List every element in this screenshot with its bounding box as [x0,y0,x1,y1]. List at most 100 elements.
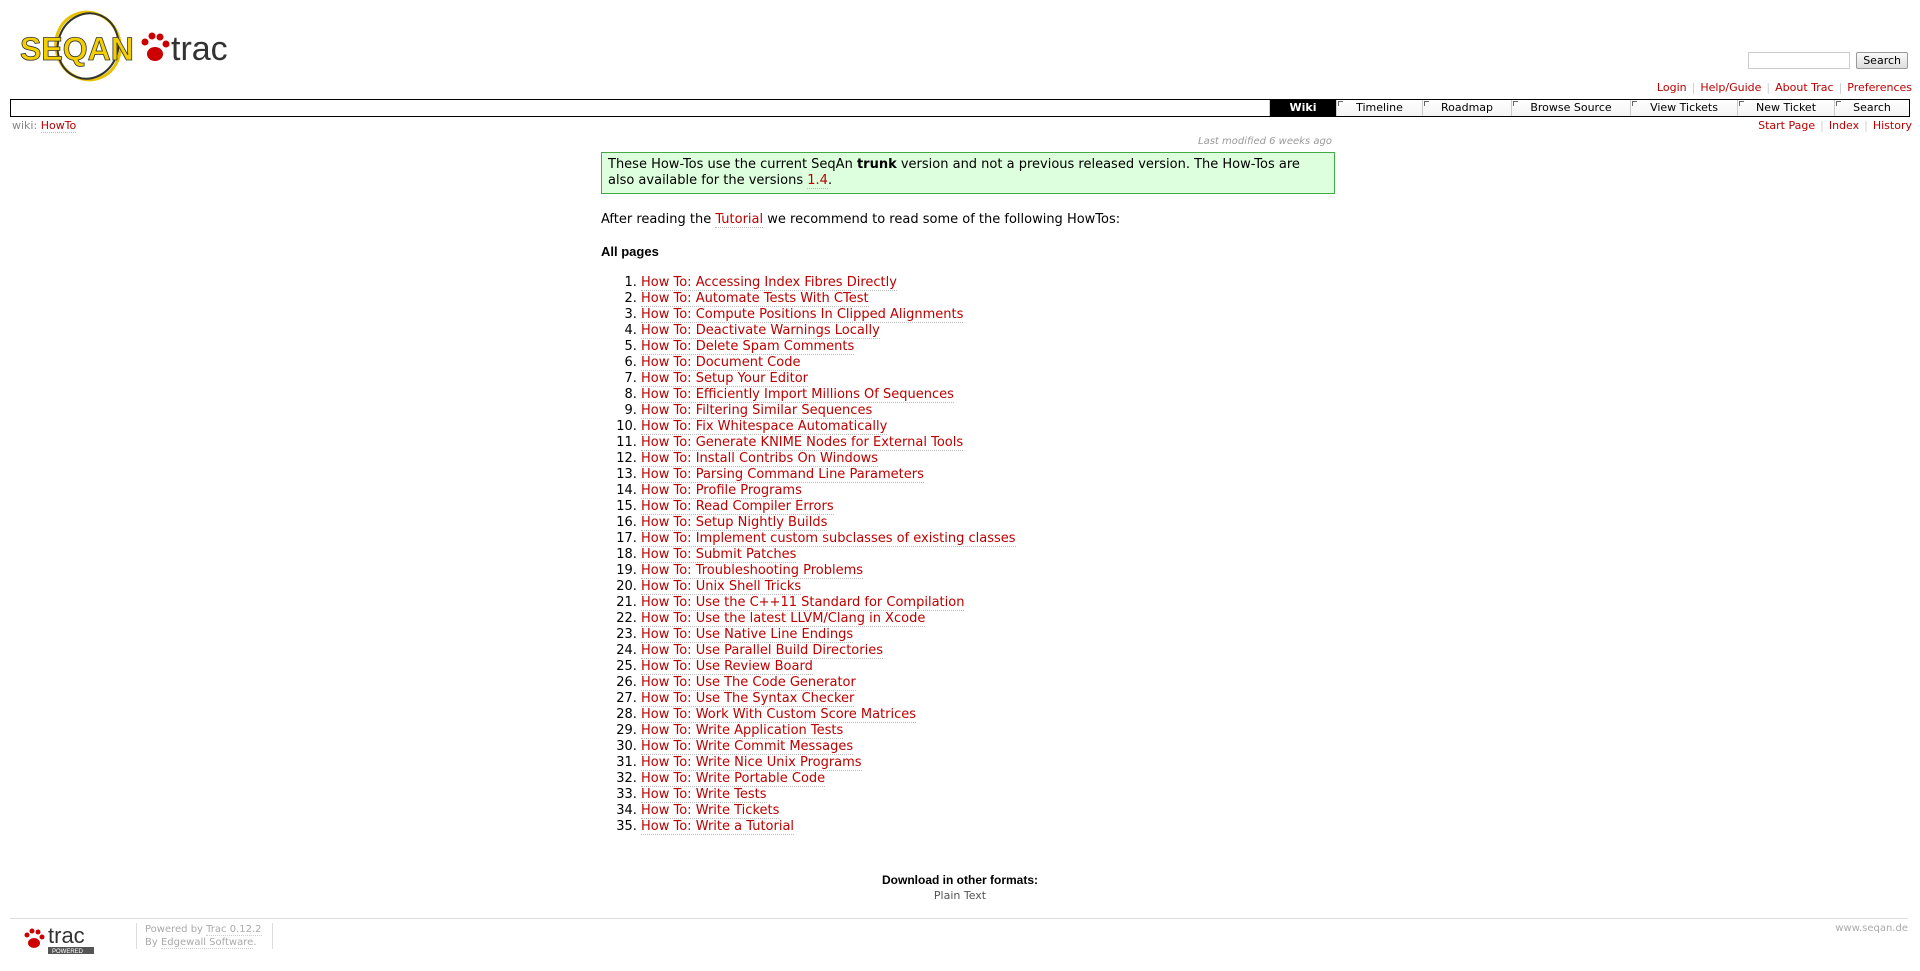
howto-link[interactable]: How To: Write Portable Code [641,771,826,787]
breadcrumb: wiki: HowTo [12,119,77,133]
howto-list-item: How To: Write Tickets [641,803,1016,819]
howto-link[interactable]: How To: Write Application Tests [641,723,844,739]
howto-list-item: How To: Use Review Board [641,659,1016,675]
howto-link[interactable]: How To: Compute Positions In Clipped Ali… [641,307,964,323]
howto-link[interactable]: How To: Accessing Index Fibres Directly [641,275,897,291]
howto-link[interactable]: How To: Read Compiler Errors [641,499,834,515]
by-text: By [145,937,161,948]
separator: | [1820,119,1824,132]
howto-link[interactable]: How To: Write a Tutorial [641,819,795,835]
howto-link[interactable]: How To: Work With Custom Score Matrices [641,707,917,723]
download-heading: Download in other formats: [882,873,1038,887]
intro-text: we recommend to read some of the followi… [763,212,1121,227]
intro-paragraph: After reading the Tutorial we recommend … [601,212,1121,228]
howto-link[interactable]: How To: Unix Shell Tricks [641,579,802,595]
tab-wiki[interactable]: Wiki [1269,100,1336,116]
notice-trunk: trunk [856,157,897,172]
howto-link[interactable]: How To: Generate KNIME Nodes for Externa… [641,435,964,451]
howto-list-item: How To: Setup Nightly Builds [641,515,1016,531]
howto-link[interactable]: How To: Deactivate Warnings Locally [641,323,880,339]
howto-link[interactable]: How To: Use the latest LLVM/Clang in Xco… [641,611,926,627]
howto-link[interactable]: How To: Delete Spam Comments [641,339,855,355]
login-link[interactable]: Login [1657,81,1687,94]
howto-list-item: How To: Write Nice Unix Programs [641,755,1016,771]
howto-link[interactable]: How To: Use the C++11 Standard for Compi… [641,595,965,611]
separator: | [1691,81,1696,94]
separator: | [1766,81,1771,94]
howto-list-item: How To: Write Portable Code [641,771,1016,787]
howto-link[interactable]: How To: Filtering Similar Sequences [641,403,873,419]
howto-list: How To: Accessing Index Fibres DirectlyH… [601,275,1016,835]
howto-link[interactable]: How To: Setup Your Editor [641,371,809,387]
meta-nav: Login | Help/Guide | About Trac | Preferences [1657,81,1912,94]
howto-link[interactable]: How To: Setup Nightly Builds [641,515,828,531]
howto-link[interactable]: How To: Write Commit Messages [641,739,854,755]
howto-link[interactable]: How To: Automate Tests With CTest [641,291,869,307]
howto-list-item: How To: Troubleshooting Problems [641,563,1016,579]
howto-link[interactable]: How To: Parsing Command Line Parameters [641,467,924,483]
tab-new-ticket[interactable]: New Ticket [1737,100,1834,116]
trac-version-link[interactable]: Trac 0.12.2 [206,924,262,936]
howto-list-item: How To: Accessing Index Fibres Directly [641,275,1016,291]
howto-link[interactable]: How To: Write Tickets [641,803,780,819]
help-guide-link[interactable]: Help/Guide [1700,81,1761,94]
howto-list-item: How To: Profile Programs [641,483,1016,499]
breadcrumb-page-link[interactable]: HowTo [40,119,77,133]
powered-by: Powered by Trac 0.12.2 By Edgewall Softw… [136,923,273,949]
tab-roadmap[interactable]: Roadmap [1422,100,1511,116]
howto-list-item: How To: Use The Code Generator [641,675,1016,691]
howto-list-item: How To: Generate KNIME Nodes for Externa… [641,435,1016,451]
howto-list-item: How To: Deactivate Warnings Locally [641,323,1016,339]
howto-list-item: How To: Use the latest LLVM/Clang in Xco… [641,611,1016,627]
trac-powered-logo[interactable]: trac POWERED [22,923,114,955]
version-notice: These How-Tos use the current SeqAn trun… [601,152,1335,194]
start-page-link[interactable]: Start Page [1758,119,1815,132]
tutorial-link[interactable]: Tutorial [715,212,764,228]
all-pages-heading: All pages [601,244,659,259]
howto-link[interactable]: How To: Use Review Board [641,659,813,675]
download-formats: Download in other formats: Plain Text [0,873,1920,902]
howto-list-item: How To: Delete Spam Comments [641,339,1016,355]
tab-browse-source[interactable]: Browse Source [1511,100,1630,116]
howto-list-item: How To: Parsing Command Line Parameters [641,467,1016,483]
howto-link[interactable]: How To: Use The Syntax Checker [641,691,855,707]
separator: | [1838,81,1843,94]
preferences-link[interactable]: Preferences [1847,81,1912,94]
howto-link[interactable]: How To: Implement custom subclasses of e… [641,531,1016,547]
svg-text:trac: trac [171,30,228,68]
howto-link[interactable]: How To: Document Code [641,355,801,371]
howto-link[interactable]: How To: Submit Patches [641,547,797,563]
period-text: . [253,937,257,948]
howto-link[interactable]: How To: Troubleshooting Problems [641,563,864,579]
edgewall-link[interactable]: Edgewall Software [160,937,254,949]
howto-list-item: How To: Write a Tutorial [641,819,1016,835]
tab-view-tickets[interactable]: View Tickets [1630,100,1737,116]
howto-link[interactable]: How To: Use Parallel Build Directories [641,643,883,659]
breadcrumb-prefix: wiki: [12,119,38,132]
howto-link[interactable]: How To: Profile Programs [641,483,802,499]
plain-text-link[interactable]: Plain Text [0,889,1920,902]
search-input[interactable] [1748,52,1851,69]
howto-link[interactable]: How To: Install Contribs On Windows [641,451,879,467]
seqan-trac-logo[interactable]: SEQAN trac [18,10,238,82]
howto-list-item: How To: Submit Patches [641,547,1016,563]
howto-link[interactable]: How To: Use The Code Generator [641,675,856,691]
howto-link[interactable]: How To: Efficiently Import Millions Of S… [641,387,954,403]
howto-list-item: How To: Use The Syntax Checker [641,691,1016,707]
history-link[interactable]: History [1873,119,1912,132]
howto-list-item: How To: Write Application Tests [641,723,1016,739]
howto-list-item: How To: Work With Custom Score Matrices [641,707,1016,723]
about-trac-link[interactable]: About Trac [1775,81,1833,94]
search-button[interactable]: Search [1856,52,1908,69]
howto-link[interactable]: How To: Fix Whitespace Automatically [641,419,888,435]
index-link[interactable]: Index [1829,119,1859,132]
howto-link[interactable]: How To: Write Tests [641,787,767,803]
howto-list-item: How To: Efficiently Import Millions Of S… [641,387,1016,403]
tab-search[interactable]: Search [1834,100,1909,116]
version-1-4-link[interactable]: 1.4 [807,173,828,189]
howto-link[interactable]: How To: Write Nice Unix Programs [641,755,862,771]
tab-timeline[interactable]: Timeline [1336,100,1422,116]
howto-list-item: How To: Use the C++11 Standard for Compi… [641,595,1016,611]
howto-list-item: How To: Implement custom subclasses of e… [641,531,1016,547]
howto-link[interactable]: How To: Use Native Line Endings [641,627,854,643]
